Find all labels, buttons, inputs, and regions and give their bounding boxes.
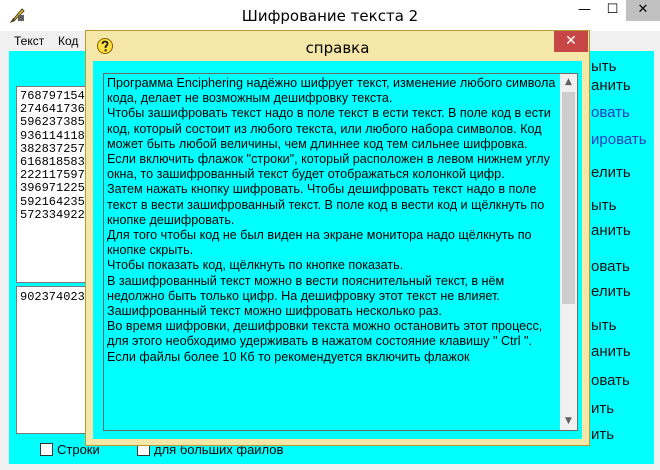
- side-button[interactable]: овать: [591, 104, 630, 121]
- help-paragraph: Во время шифровки, дешифровки текста мож…: [107, 319, 543, 349]
- dialog-close-button[interactable]: ✕: [554, 31, 588, 52]
- side-button[interactable]: ыть: [591, 58, 616, 75]
- side-button[interactable]: ировать: [591, 131, 647, 148]
- help-paragraph: Если файлы более 10 Кб то рекомендуется …: [107, 349, 470, 364]
- help-paragraph: Зашифрованный текст можно шифровать неск…: [107, 304, 442, 319]
- list-item: 5962373852: [20, 115, 93, 130]
- close-button[interactable]: ✕: [626, 0, 660, 21]
- encrypted-text-field[interactable]: 7687971542 2746417366 5962373852 9361141…: [16, 86, 96, 283]
- code-field[interactable]: 9023740231: [16, 286, 96, 434]
- help-paragraph: Затем нажать кнопку шифровать. Чтобы деш…: [107, 182, 545, 227]
- dialog-client-area: Программа Enciphering надёжно шифрует те…: [93, 61, 582, 439]
- scroll-up-icon[interactable]: ▲: [560, 74, 577, 91]
- side-button[interactable]: елить: [591, 164, 631, 181]
- window-title: Шифрование текста 2: [241, 7, 419, 25]
- list-item: 5723349229: [20, 207, 93, 222]
- code-value: 9023740231: [20, 290, 93, 304]
- scrollbar-thumb[interactable]: [562, 92, 575, 304]
- side-button[interactable]: ить: [591, 426, 614, 443]
- help-paragraph: В зашифрованный текст можно в вести пояс…: [107, 273, 505, 303]
- help-text-area[interactable]: Программа Enciphering надёжно шифрует те…: [103, 73, 578, 431]
- side-button[interactable]: елить: [591, 283, 631, 300]
- list-item: 3969712251: [20, 181, 93, 196]
- list-item: 3828372571: [20, 141, 93, 156]
- menu-item-text[interactable]: Текст: [14, 34, 44, 48]
- help-paragraph: Чтобы зашифровать текст надо в поле текс…: [107, 106, 551, 151]
- dialog-title: справка: [305, 39, 370, 57]
- help-text-content: Программа Enciphering надёжно шифрует те…: [107, 76, 559, 430]
- side-button[interactable]: анить: [591, 77, 631, 94]
- help-dialog: справка ✕ Программа Enciphering надёжно …: [85, 30, 590, 446]
- list-item: 9361141188: [20, 128, 93, 143]
- side-button[interactable]: овать: [591, 372, 630, 389]
- side-button[interactable]: анить: [591, 222, 631, 239]
- minimize-button[interactable]: —: [570, 0, 599, 21]
- help-paragraph: Если включить флажок "строки", который р…: [107, 152, 550, 182]
- list-item: 5921642358: [20, 194, 93, 209]
- maximize-button[interactable]: ☐: [599, 0, 626, 21]
- help-paragraph: Программа Enciphering надёжно шифрует те…: [107, 76, 556, 106]
- vertical-scrollbar[interactable]: ▲ ▼: [560, 74, 577, 430]
- help-paragraph: Для того чтобы код не был виден на экран…: [107, 228, 532, 258]
- main-titlebar[interactable]: Шифрование текста 2 — ☐ ✕: [0, 0, 660, 31]
- dialog-titlebar[interactable]: справка ✕: [86, 31, 589, 61]
- help-paragraph: Чтобы показать код, щёлкнуть по кнопке п…: [107, 258, 404, 273]
- checkbox-box[interactable]: [40, 443, 53, 456]
- menu-item-code[interactable]: Код: [58, 34, 78, 48]
- side-button[interactable]: анить: [591, 343, 631, 360]
- side-button[interactable]: ить: [591, 400, 614, 417]
- side-button[interactable]: ыть: [591, 317, 616, 334]
- scroll-down-icon[interactable]: ▼: [560, 413, 577, 430]
- side-button[interactable]: овать: [591, 258, 630, 275]
- side-button[interactable]: ыть: [591, 197, 616, 214]
